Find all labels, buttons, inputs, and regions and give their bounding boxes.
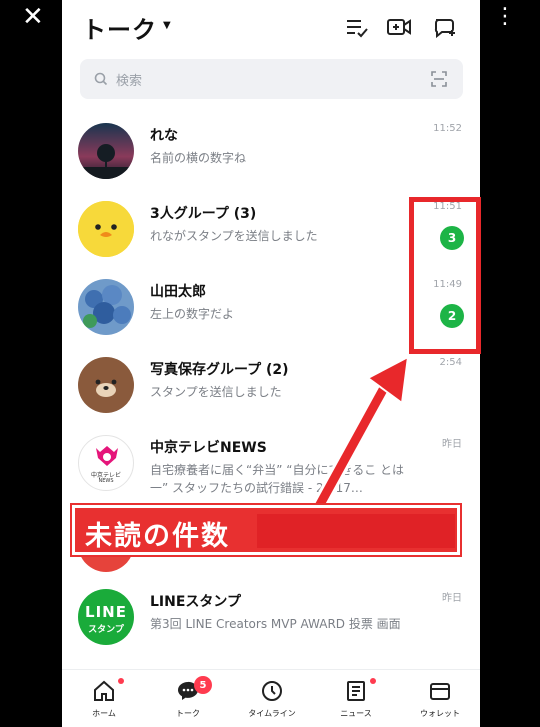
chat-preview: れながスタンプを送信しました <box>150 229 318 243</box>
unread-highlight-box <box>409 197 481 354</box>
chevron-down-icon[interactable]: ▼ <box>163 20 171 31</box>
chat-name: 山田太郎 <box>150 284 206 300</box>
home-icon <box>94 680 114 701</box>
unread-count-callout: 未読の件数 <box>70 503 462 557</box>
chat-row-photo-group[interactable]: 写真保存グループ (2) スタンプを送信しました 2:54 <box>62 350 480 428</box>
tab-home[interactable]: ホーム <box>62 670 146 727</box>
news-icon <box>347 681 365 701</box>
avatar <box>78 123 134 179</box>
page-title: トーク <box>82 16 157 44</box>
chat-name: LINEスタンプ <box>150 594 241 610</box>
search-icon <box>94 72 108 86</box>
qr-scan-icon[interactable] <box>430 70 448 88</box>
tab-label: ホーム <box>92 709 116 718</box>
new-chat-icon[interactable] <box>432 16 458 38</box>
avatar: 中京テレビ NEWS <box>78 435 134 491</box>
video-call-icon[interactable] <box>386 16 412 38</box>
chat-time: 昨日 <box>442 439 462 450</box>
viewer-close-icon[interactable]: ✕ <box>22 4 44 30</box>
tab-talk[interactable]: 5 トーク <box>146 670 230 727</box>
chat-name: れな <box>150 128 178 144</box>
tab-wallet[interactable]: ウォレット <box>398 670 480 727</box>
chat-time: 昨日 <box>442 593 462 604</box>
edit-list-icon[interactable] <box>344 16 370 38</box>
header: トーク ▼ <box>62 0 480 56</box>
line-logo-text: LINE <box>85 603 127 621</box>
chat-preview: 自宅療養者に届く“弁当” “自分にできるこ とは一” スタッフたちの試行錯誤 -… <box>150 463 405 495</box>
chat-row-rena[interactable]: れな 名前の横の数字ね 11:52 <box>62 116 480 194</box>
chat-row-line-stamp[interactable]: LINE スタンプ LINEスタンプ 第3回 LINE Creators MVP… <box>62 582 480 660</box>
wallet-icon <box>430 683 450 700</box>
notification-dot <box>118 678 124 684</box>
search-input[interactable]: 検索 <box>80 59 463 99</box>
avatar: LINE スタンプ <box>78 589 134 645</box>
tab-label: ウォレット <box>420 709 460 718</box>
chat-time: 2:54 <box>439 357 462 368</box>
tab-label: ニュース <box>340 709 372 718</box>
talk-unread-badge: 5 <box>194 676 212 694</box>
avatar <box>78 201 134 257</box>
chat-row-chukyo-tv-news[interactable]: 中京テレビ NEWS 中京テレビNEWS 自宅療養者に届く“弁当” “自分にでき… <box>62 428 480 506</box>
news-logo-subtext: NEWS <box>98 478 114 484</box>
news-logo-icon <box>96 446 118 466</box>
chat-preview: 左上の数字だよ <box>150 307 235 321</box>
chat-time: 11:52 <box>433 123 462 134</box>
bottom-tab-bar: ホーム 5 トーク タイムライン ニュース ウォレット <box>62 669 480 727</box>
line-logo-subtext: スタンプ <box>88 625 124 635</box>
line-app-screen: トーク ▼ 検索 れな 名前の横の数字ね 11:52 3人グループ (3) れな… <box>62 0 480 727</box>
chat-preview: スタンプを送信しました <box>150 385 282 399</box>
callout-text: 未読の件数 <box>85 521 230 552</box>
callout-fill <box>257 514 455 548</box>
clock-icon <box>262 681 282 701</box>
more-options-icon[interactable]: ⋮ <box>494 6 516 28</box>
chat-name: 写真保存グループ (2) <box>150 362 289 378</box>
tab-timeline[interactable]: タイムライン <box>230 670 314 727</box>
notification-dot <box>370 678 376 684</box>
tab-label: トーク <box>176 709 200 718</box>
search-placeholder: 検索 <box>116 74 143 89</box>
chat-preview: 第3回 LINE Creators MVP AWARD 投票 画面 <box>150 617 401 631</box>
chat-preview: 名前の横の数字ね <box>150 151 247 165</box>
avatar <box>78 279 134 335</box>
chat-name: 3人グループ (3) <box>150 206 257 222</box>
chat-name: 中京テレビNEWS <box>150 440 267 456</box>
tab-news[interactable]: ニュース <box>314 670 398 727</box>
avatar <box>78 357 134 413</box>
tab-label: タイムライン <box>248 709 296 718</box>
